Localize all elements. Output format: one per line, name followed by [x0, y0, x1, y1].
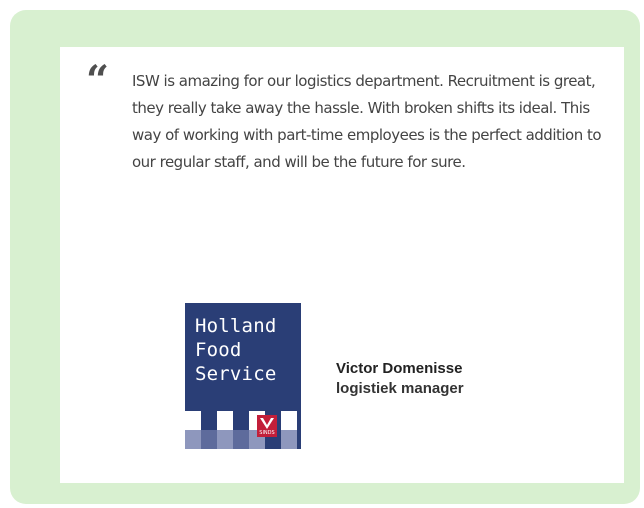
quote-mark-icon: “ [86, 57, 109, 104]
logo-line-food: Food [195, 339, 242, 361]
logo-line-holland: Holland [195, 315, 277, 337]
author-name: Victor Domenisse [336, 360, 463, 377]
testimonial-quote: ISW is amazing for our logistics departm… [132, 72, 602, 171]
sinds-label: SINDS [259, 430, 275, 436]
holland-food-service-logo: Holland Food Service SINDS [185, 303, 301, 449]
testimonial-author: Victor Domenisse logistiek manager [336, 359, 464, 399]
logo-wordmark: Holland Food Service [195, 314, 276, 386]
sinds-badge: SINDS [257, 415, 277, 437]
author-role: logistiek manager [336, 380, 464, 397]
logo-checker-pattern [185, 411, 301, 449]
logo-line-service: Service [195, 363, 277, 385]
check-mark-icon [260, 418, 274, 429]
